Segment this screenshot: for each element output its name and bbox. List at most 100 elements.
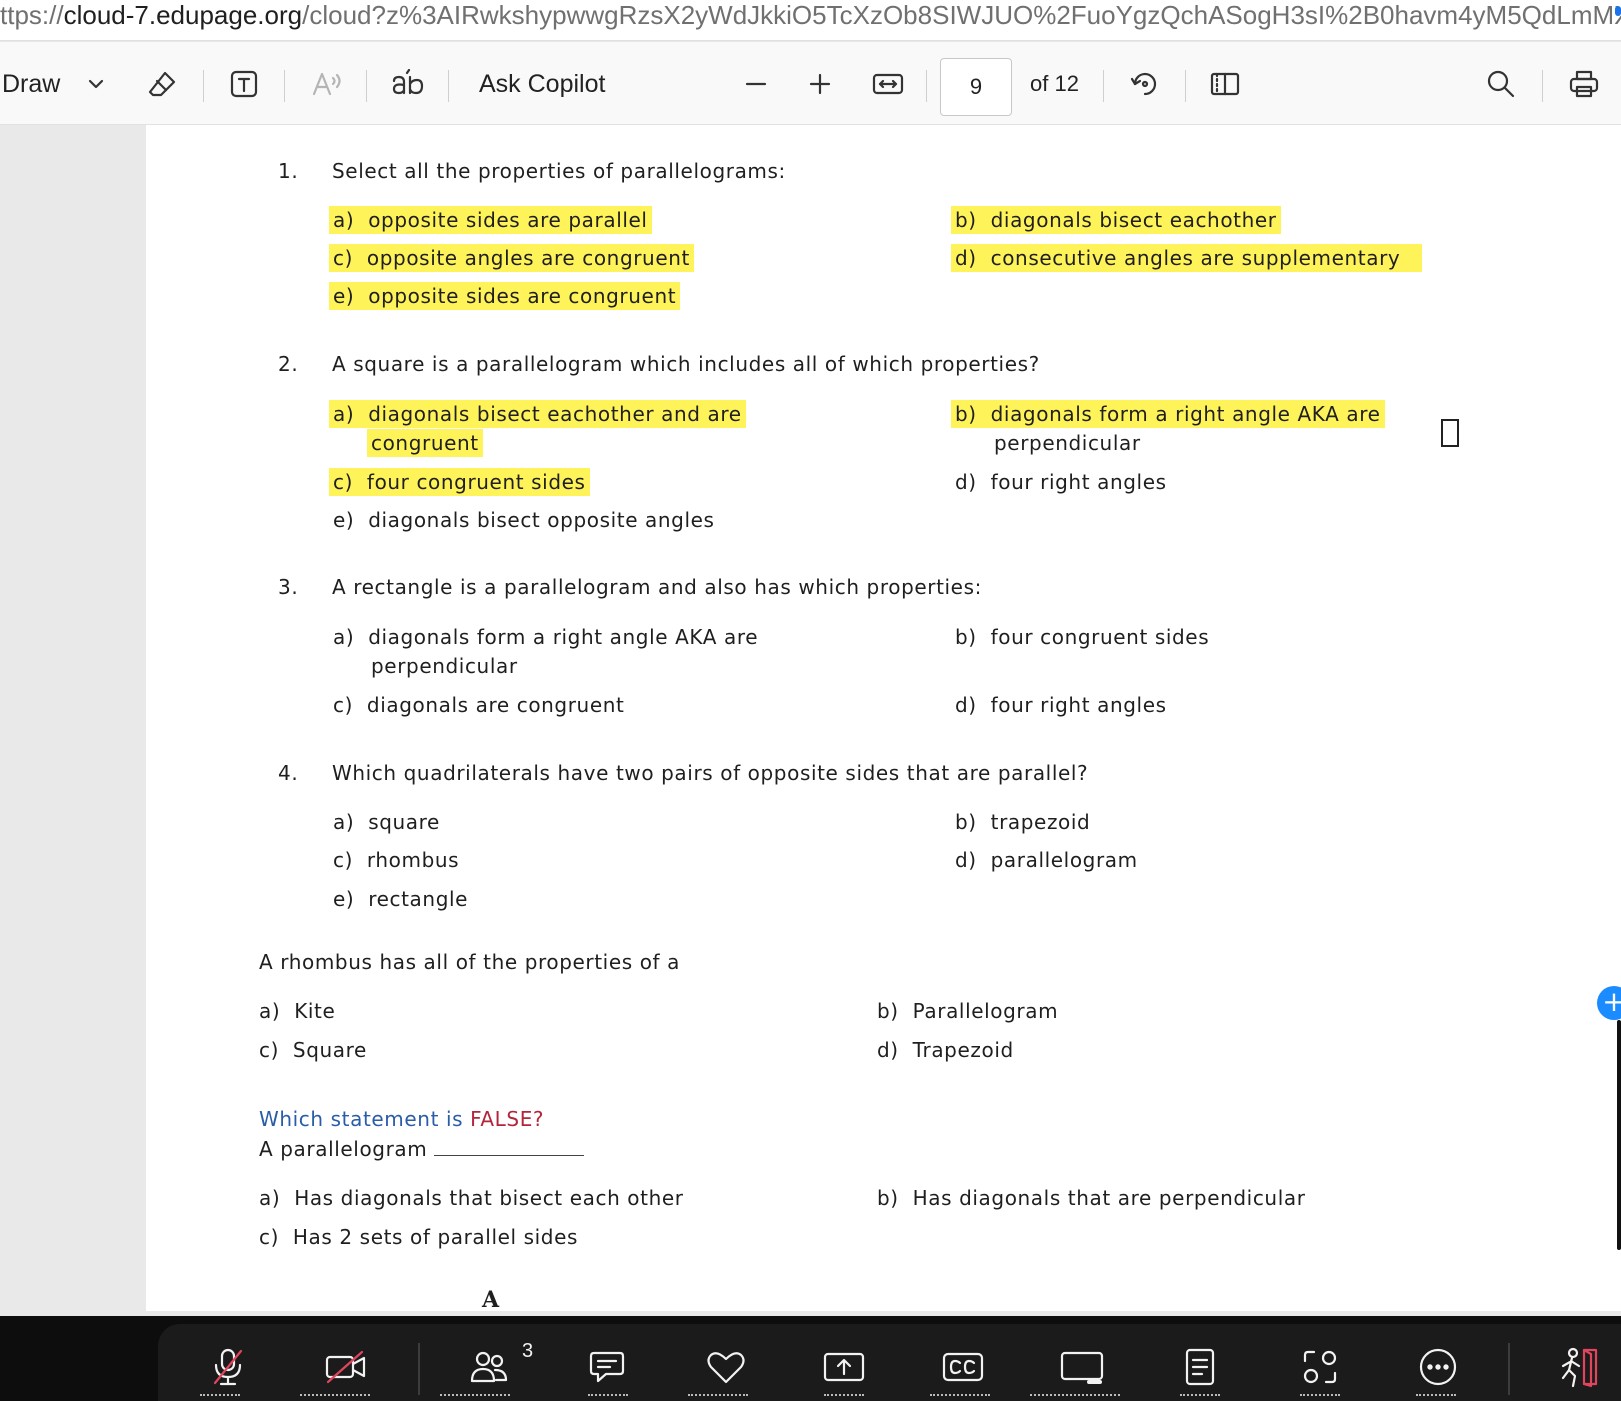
highlight: a) diagonals bisect eachother and are <box>329 400 746 428</box>
option-text: Has diagonals that are perpendicular <box>912 1186 1306 1210</box>
option-text: Square <box>292 1038 367 1062</box>
chat-icon[interactable] <box>578 1346 634 1388</box>
option-text: square <box>368 810 440 834</box>
option-q3-d: d) four right angles <box>955 692 1167 718</box>
highlight: c) opposite angles are congruent <box>329 244 694 272</box>
option-text: Trapezoid <box>912 1038 1014 1062</box>
page-view-icon[interactable] <box>1206 66 1244 102</box>
participants-label-truncated <box>440 1394 510 1400</box>
highlight: b) diagonals bisect eachother <box>951 206 1281 234</box>
notes-icon[interactable] <box>1172 1346 1228 1388</box>
option-text: four congruent sides <box>990 625 1210 649</box>
stem-text: A parallelogram <box>259 1137 428 1161</box>
option-q2-e: e) diagonals bisect opposite angles <box>333 507 715 533</box>
ask-copilot-button[interactable]: Ask Copilot <box>479 66 605 102</box>
toolbar-divider <box>366 70 367 102</box>
option-text: Has diagonals that bisect each other <box>294 1186 684 1210</box>
question-number: 2. <box>278 352 299 376</box>
text-box-icon[interactable] <box>226 66 262 102</box>
option-text: diagonals bisect eachother and are <box>368 402 742 426</box>
option-letter: d) <box>877 1038 899 1062</box>
apps-icon[interactable] <box>1292 1346 1348 1388</box>
option-text: diagonals form a right angle AKA are <box>990 402 1381 426</box>
whiteboard-label-truncated <box>1030 1394 1120 1400</box>
option-letter: c) <box>259 1038 279 1062</box>
option-q1-c: c) opposite angles are congruent <box>329 244 694 272</box>
url-prefix: ttps:// <box>0 0 64 30</box>
option-letter: b) <box>955 810 977 834</box>
share-screen-icon[interactable] <box>816 1346 872 1388</box>
participants-icon[interactable] <box>461 1346 517 1388</box>
page-number-input[interactable]: 9 <box>940 58 1012 116</box>
leave-icon[interactable] <box>1550 1346 1606 1388</box>
heading-prefix: Which statement is <box>259 1107 471 1131</box>
option-letter: e) <box>333 887 355 911</box>
url-text[interactable]: ttps://cloud-7.edupage.org/cloud?z%3AIRw… <box>0 0 1621 30</box>
page-total: of 12 <box>1030 66 1079 102</box>
option-text: opposite sides are parallel <box>368 208 648 232</box>
option-text: diagonals form a right angle AKA are <box>368 625 759 649</box>
zoom-in-icon[interactable] <box>802 68 838 100</box>
highlight: a) opposite sides are parallel <box>329 206 652 234</box>
question-prompt: Select all the properties of parallelogr… <box>332 159 786 183</box>
option-text: Kite <box>294 999 336 1023</box>
footer-mark: A <box>482 1287 500 1313</box>
captions-label-truncated <box>930 1394 990 1400</box>
option-letter: b) <box>955 402 977 426</box>
translate-icon[interactable] <box>388 66 428 102</box>
search-icon[interactable] <box>1482 66 1520 102</box>
option-q4-b: b) trapezoid <box>955 809 1090 835</box>
more-options-icon[interactable] <box>1410 1346 1466 1388</box>
chat-label-truncated <box>588 1394 628 1400</box>
address-bar[interactable]: ttps://cloud-7.edupage.org/cloud?z%3AIRw… <box>0 0 1621 41</box>
option-q1-d: d) consecutive angles are supplementary <box>951 244 1423 272</box>
option-q1-e: e) opposite sides are congruent <box>329 282 681 310</box>
option-letter: d) <box>955 693 977 717</box>
captions-icon[interactable] <box>935 1346 991 1388</box>
option-q2-d: d) four right angles <box>955 469 1167 495</box>
option-text: Has 2 sets of parallel sides <box>292 1225 579 1249</box>
toolbar-divider <box>448 70 449 102</box>
mic-muted-icon[interactable] <box>200 1346 256 1388</box>
eraser-icon[interactable] <box>144 66 180 102</box>
notes-label-truncated <box>1180 1394 1220 1400</box>
whiteboard-icon[interactable] <box>1054 1346 1110 1388</box>
option-false-a: a) Has diagonals that bisect each other <box>259 1185 684 1211</box>
option-q1-a: a) opposite sides are parallel <box>329 206 652 234</box>
option-q2-a-cont: congruent <box>367 429 483 457</box>
option-letter: c) <box>259 1225 279 1249</box>
highlight: c) four congruent sides <box>329 468 590 496</box>
option-text: rhombus <box>366 848 460 872</box>
option-rhombus-d: d) Trapezoid <box>877 1037 1014 1063</box>
more-label-truncated <box>1416 1394 1456 1400</box>
zoom-out-icon[interactable] <box>738 68 774 100</box>
url-domain: cloud-7.edupage.org <box>63 0 303 30</box>
toolbar-divider <box>926 70 927 102</box>
participants-count: 3 <box>522 1340 534 1362</box>
chevron-down-icon[interactable] <box>84 70 108 98</box>
read-aloud-icon[interactable] <box>308 66 348 102</box>
option-q3-a: a) diagonals form a right angle AKA are <box>333 624 758 650</box>
scrollbar[interactable] <box>1617 1020 1621 1250</box>
camera-off-icon[interactable] <box>318 1346 374 1388</box>
highlight: d) consecutive angles are supplementary <box>951 244 1423 272</box>
react-heart-icon[interactable] <box>698 1346 754 1388</box>
rotate-icon[interactable] <box>1126 66 1164 102</box>
fit-width-icon[interactable] <box>868 66 908 102</box>
option-text: Parallelogram <box>912 999 1059 1023</box>
draw-button[interactable]: Draw <box>2 66 60 102</box>
question-prompt: A square is a parallelogram which includ… <box>332 352 1040 376</box>
print-icon[interactable] <box>1564 66 1604 102</box>
option-letter: d) <box>955 470 977 494</box>
option-q2-b-cont: perpendicular <box>994 431 1141 455</box>
toolbar-divider <box>1508 1343 1510 1395</box>
option-q4-c: c) rhombus <box>333 847 459 873</box>
option-rhombus-c: c) Square <box>259 1037 367 1063</box>
heading-emphasis: FALSE? <box>470 1107 545 1131</box>
option-text: rectangle <box>368 887 469 911</box>
option-rhombus-b: b) Parallelogram <box>877 998 1058 1024</box>
question-prompt: A rectangle is a parallelogram and also … <box>332 575 982 599</box>
option-letter: d) <box>955 848 977 872</box>
answer-blank <box>434 1137 585 1156</box>
draw-label: Draw <box>2 69 61 98</box>
